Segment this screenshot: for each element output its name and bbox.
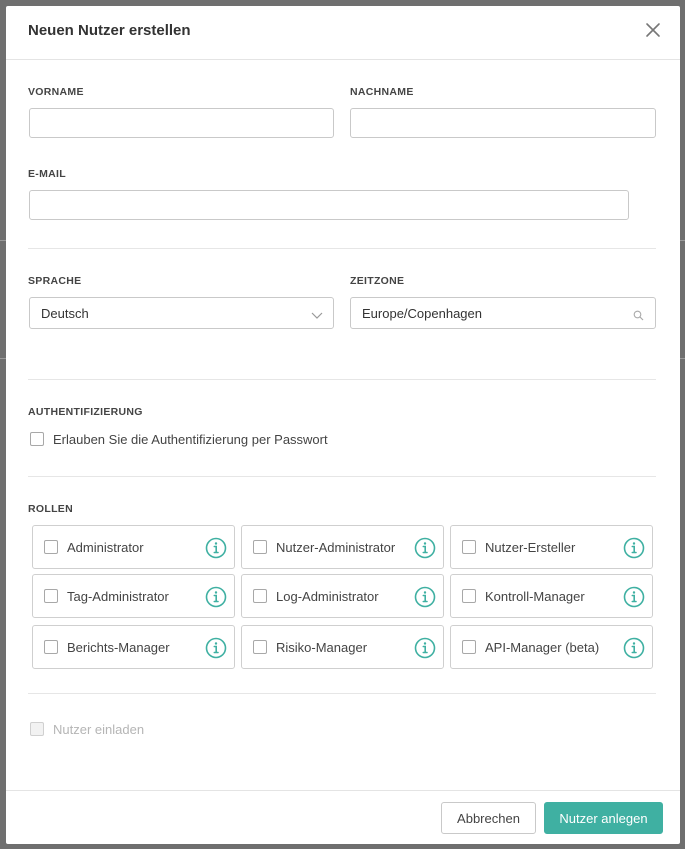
role-checkbox[interactable] xyxy=(462,589,476,603)
info-icon[interactable] xyxy=(623,586,645,608)
role-label: Administrator xyxy=(67,540,144,555)
role-checkbox[interactable] xyxy=(44,540,58,554)
invite-user-label: Nutzer einladen xyxy=(53,722,145,737)
role-option[interactable]: Nutzer-Ersteller xyxy=(450,525,653,569)
role-option[interactable]: Log-Administrator xyxy=(241,574,444,618)
role-checkbox[interactable] xyxy=(253,540,267,554)
info-icon[interactable] xyxy=(205,537,227,559)
role-checkbox[interactable] xyxy=(253,640,267,654)
role-label: Berichts-Manager xyxy=(67,640,170,655)
password-auth-checkbox[interactable] xyxy=(30,432,44,446)
create-user-button[interactable]: Nutzer anlegen xyxy=(544,802,663,834)
role-checkbox[interactable] xyxy=(253,589,267,603)
close-icon[interactable] xyxy=(644,21,662,39)
section-divider xyxy=(28,248,656,249)
info-icon[interactable] xyxy=(414,637,436,659)
section-divider xyxy=(28,693,656,694)
firstname-label: VORNAME xyxy=(28,86,84,98)
info-icon[interactable] xyxy=(414,537,436,559)
roles-label: ROLLEN xyxy=(28,503,73,515)
role-checkbox[interactable] xyxy=(44,640,58,654)
firstname-input[interactable] xyxy=(29,108,334,138)
create-user-dialog: Neuen Nutzer erstellen VORNAME NACHNAME … xyxy=(6,6,680,844)
dialog-footer: Abbrechen Nutzer anlegen xyxy=(6,790,680,845)
email-input[interactable] xyxy=(29,190,629,220)
section-divider xyxy=(28,379,656,380)
language-select[interactable]: Deutsch xyxy=(29,297,334,329)
info-icon[interactable] xyxy=(205,586,227,608)
lastname-label: NACHNAME xyxy=(350,86,414,98)
info-icon[interactable] xyxy=(414,586,436,608)
role-option[interactable]: Berichts-Manager xyxy=(32,625,235,669)
role-label: Nutzer-Ersteller xyxy=(485,540,576,555)
password-auth-label[interactable]: Erlauben Sie die Authentifizierung per P… xyxy=(53,432,328,447)
role-option[interactable]: Risiko-Manager xyxy=(241,625,444,669)
role-checkbox[interactable] xyxy=(462,640,476,654)
role-option[interactable]: Administrator xyxy=(32,525,235,569)
timezone-select[interactable]: Europe/Copenhagen xyxy=(350,297,656,329)
role-option[interactable]: API-Manager (beta) xyxy=(450,625,653,669)
role-label: Risiko-Manager xyxy=(276,640,368,655)
dialog-header: Neuen Nutzer erstellen xyxy=(6,6,680,60)
role-option[interactable]: Tag-Administrator xyxy=(32,574,235,618)
section-divider xyxy=(28,476,656,477)
role-label: Tag-Administrator xyxy=(67,589,169,604)
info-icon[interactable] xyxy=(205,637,227,659)
invite-user-checkbox[interactable] xyxy=(30,722,44,736)
search-icon xyxy=(633,308,644,326)
role-label: Nutzer-Administrator xyxy=(276,540,396,555)
role-option[interactable]: Kontroll-Manager xyxy=(450,574,653,618)
role-label: Log-Administrator xyxy=(276,589,379,604)
lastname-input[interactable] xyxy=(350,108,656,138)
email-label: E-MAIL xyxy=(28,168,66,180)
language-selected-value: Deutsch xyxy=(41,306,89,321)
role-checkbox[interactable] xyxy=(462,540,476,554)
language-label: SPRACHE xyxy=(28,275,82,287)
cancel-button[interactable]: Abbrechen xyxy=(441,802,536,834)
role-label: API-Manager (beta) xyxy=(485,640,600,655)
role-option[interactable]: Nutzer-Administrator xyxy=(241,525,444,569)
auth-label: AUTHENTIFIZIERUNG xyxy=(28,406,143,418)
role-label: Kontroll-Manager xyxy=(485,589,585,604)
info-icon[interactable] xyxy=(623,637,645,659)
timezone-label: ZEITZONE xyxy=(350,275,405,287)
chevron-down-icon xyxy=(311,308,323,326)
info-icon[interactable] xyxy=(623,537,645,559)
dialog-title: Neuen Nutzer erstellen xyxy=(28,22,191,39)
role-checkbox[interactable] xyxy=(44,589,58,603)
timezone-selected-value: Europe/Copenhagen xyxy=(362,306,482,321)
